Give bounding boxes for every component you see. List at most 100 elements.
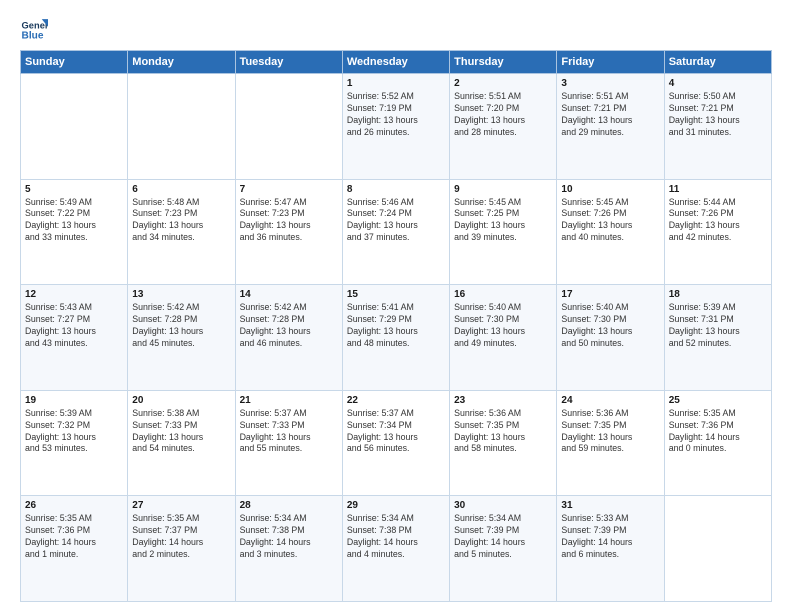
day-number: 2 — [454, 78, 552, 89]
day-number: 9 — [454, 184, 552, 195]
day-number: 10 — [561, 184, 659, 195]
calendar-table: SundayMondayTuesdayWednesdayThursdayFrid… — [20, 50, 772, 602]
calendar-cell: 17 Sunrise: 5:40 AM Sunset: 7:30 PM Dayli… — [557, 285, 664, 391]
calendar-cell: 7 Sunrise: 5:47 AM Sunset: 7:23 PM Daylig… — [235, 179, 342, 285]
day-info: Sunrise: 5:48 AM Sunset: 7:23 PM Dayligh… — [132, 197, 230, 245]
day-info: Sunrise: 5:49 AM Sunset: 7:22 PM Dayligh… — [25, 197, 123, 245]
calendar-page: General Blue SundayMondayTuesdayWednesda… — [0, 0, 792, 612]
calendar-cell: 8Sunrise: 5:46 AM Sunset: 7:24 PM Daylig… — [342, 179, 449, 285]
svg-text:Blue: Blue — [22, 31, 44, 42]
day-number: 17 — [561, 289, 659, 300]
calendar-cell: 28 Sunrise: 5:34 AM Sunset: 7:38 PM Dayli… — [235, 496, 342, 602]
day-number: 14 — [240, 289, 338, 300]
day-number: 3 — [561, 78, 659, 89]
calendar-cell: 31Sunrise: 5:33 AM Sunset: 7:39 PM Dayli… — [557, 496, 664, 602]
day-info: Sunrise: 5:51 AM Sunset: 7:21 PM Dayligh… — [561, 91, 659, 139]
calendar-cell: 1 Sunrise: 5:52 AM Sunset: 7:19 PM Daylig… — [342, 74, 449, 180]
day-info: Sunrise: 5:34 AM Sunset: 7:38 PM Dayligh… — [347, 513, 445, 561]
logo: General Blue — [20, 16, 50, 44]
weekday-header-sunday: Sunday — [21, 51, 128, 74]
calendar-cell — [128, 74, 235, 180]
day-info: Sunrise: 5:46 AM Sunset: 7:24 PM Dayligh… — [347, 197, 445, 245]
weekday-header-saturday: Saturday — [664, 51, 771, 74]
day-info: Sunrise: 5:51 AM Sunset: 7:20 PM Dayligh… — [454, 91, 552, 139]
calendar-cell: 12 Sunrise: 5:43 AM Sunset: 7:27 PM Dayli… — [21, 285, 128, 391]
day-info: Sunrise: 5:42 AM Sunset: 7:28 PM Dayligh… — [240, 302, 338, 350]
day-number: 16 — [454, 289, 552, 300]
week-row-5: 26 Sunrise: 5:35 AM Sunset: 7:36 PM Dayli… — [21, 496, 772, 602]
week-row-4: 19Sunrise: 5:39 AM Sunset: 7:32 PM Dayli… — [21, 390, 772, 496]
calendar-cell: 16 Sunrise: 5:40 AM Sunset: 7:30 PM Dayli… — [450, 285, 557, 391]
day-number: 24 — [561, 395, 659, 406]
weekday-header-wednesday: Wednesday — [342, 51, 449, 74]
weekday-header-tuesday: Tuesday — [235, 51, 342, 74]
calendar-cell — [235, 74, 342, 180]
day-info: Sunrise: 5:36 AM Sunset: 7:35 PM Dayligh… — [454, 408, 552, 456]
day-number: 26 — [25, 500, 123, 511]
week-row-1: 1 Sunrise: 5:52 AM Sunset: 7:19 PM Daylig… — [21, 74, 772, 180]
day-info: Sunrise: 5:39 AM Sunset: 7:31 PM Dayligh… — [669, 302, 767, 350]
day-info: Sunrise: 5:45 AM Sunset: 7:26 PM Dayligh… — [561, 197, 659, 245]
day-number: 23 — [454, 395, 552, 406]
day-info: Sunrise: 5:52 AM Sunset: 7:19 PM Dayligh… — [347, 91, 445, 139]
calendar-cell — [664, 496, 771, 602]
day-info: Sunrise: 5:42 AM Sunset: 7:28 PM Dayligh… — [132, 302, 230, 350]
calendar-cell — [21, 74, 128, 180]
calendar-cell: 23 Sunrise: 5:36 AM Sunset: 7:35 PM Dayli… — [450, 390, 557, 496]
calendar-body: 1 Sunrise: 5:52 AM Sunset: 7:19 PM Daylig… — [21, 74, 772, 602]
calendar-cell: 25 Sunrise: 5:35 AM Sunset: 7:36 PM Dayli… — [664, 390, 771, 496]
weekday-header-friday: Friday — [557, 51, 664, 74]
day-number: 15 — [347, 289, 445, 300]
day-number: 18 — [669, 289, 767, 300]
logo-icon: General Blue — [20, 16, 48, 44]
day-info: Sunrise: 5:45 AM Sunset: 7:25 PM Dayligh… — [454, 197, 552, 245]
day-info: Sunrise: 5:40 AM Sunset: 7:30 PM Dayligh… — [454, 302, 552, 350]
day-info: Sunrise: 5:34 AM Sunset: 7:39 PM Dayligh… — [454, 513, 552, 561]
day-number: 11 — [669, 184, 767, 195]
calendar-cell: 11Sunrise: 5:44 AM Sunset: 7:26 PM Dayli… — [664, 179, 771, 285]
calendar-cell: 18 Sunrise: 5:39 AM Sunset: 7:31 PM Dayli… — [664, 285, 771, 391]
day-info: Sunrise: 5:34 AM Sunset: 7:38 PM Dayligh… — [240, 513, 338, 561]
day-number: 5 — [25, 184, 123, 195]
day-number: 25 — [669, 395, 767, 406]
calendar-cell: 15 Sunrise: 5:41 AM Sunset: 7:29 PM Dayli… — [342, 285, 449, 391]
calendar-cell: 6 Sunrise: 5:48 AM Sunset: 7:23 PM Daylig… — [128, 179, 235, 285]
week-row-3: 12 Sunrise: 5:43 AM Sunset: 7:27 PM Dayli… — [21, 285, 772, 391]
day-info: Sunrise: 5:40 AM Sunset: 7:30 PM Dayligh… — [561, 302, 659, 350]
day-number: 27 — [132, 500, 230, 511]
weekday-header-thursday: Thursday — [450, 51, 557, 74]
day-info: Sunrise: 5:35 AM Sunset: 7:36 PM Dayligh… — [25, 513, 123, 561]
day-number: 28 — [240, 500, 338, 511]
week-row-2: 5 Sunrise: 5:49 AM Sunset: 7:22 PM Daylig… — [21, 179, 772, 285]
day-info: Sunrise: 5:35 AM Sunset: 7:36 PM Dayligh… — [669, 408, 767, 456]
calendar-header: SundayMondayTuesdayWednesdayThursdayFrid… — [21, 51, 772, 74]
day-info: Sunrise: 5:36 AM Sunset: 7:35 PM Dayligh… — [561, 408, 659, 456]
day-number: 30 — [454, 500, 552, 511]
day-number: 31 — [561, 500, 659, 511]
calendar-cell: 2 Sunrise: 5:51 AM Sunset: 7:20 PM Daylig… — [450, 74, 557, 180]
day-number: 4 — [669, 78, 767, 89]
svg-text:General: General — [22, 20, 48, 30]
weekday-row: SundayMondayTuesdayWednesdayThursdayFrid… — [21, 51, 772, 74]
calendar-cell: 19Sunrise: 5:39 AM Sunset: 7:32 PM Dayli… — [21, 390, 128, 496]
calendar-cell: 24 Sunrise: 5:36 AM Sunset: 7:35 PM Dayli… — [557, 390, 664, 496]
calendar-cell: 21Sunrise: 5:37 AM Sunset: 7:33 PM Dayli… — [235, 390, 342, 496]
calendar-cell: 10 Sunrise: 5:45 AM Sunset: 7:26 PM Dayli… — [557, 179, 664, 285]
calendar-cell: 22Sunrise: 5:37 AM Sunset: 7:34 PM Dayli… — [342, 390, 449, 496]
day-info: Sunrise: 5:37 AM Sunset: 7:33 PM Dayligh… — [240, 408, 338, 456]
day-number: 29 — [347, 500, 445, 511]
day-info: Sunrise: 5:41 AM Sunset: 7:29 PM Dayligh… — [347, 302, 445, 350]
day-number: 7 — [240, 184, 338, 195]
calendar-cell: 4Sunrise: 5:50 AM Sunset: 7:21 PM Daylig… — [664, 74, 771, 180]
calendar-cell: 29 Sunrise: 5:34 AM Sunset: 7:38 PM Dayli… — [342, 496, 449, 602]
day-number: 12 — [25, 289, 123, 300]
day-number: 20 — [132, 395, 230, 406]
day-info: Sunrise: 5:37 AM Sunset: 7:34 PM Dayligh… — [347, 408, 445, 456]
day-number: 6 — [132, 184, 230, 195]
day-number: 1 — [347, 78, 445, 89]
day-info: Sunrise: 5:47 AM Sunset: 7:23 PM Dayligh… — [240, 197, 338, 245]
day-info: Sunrise: 5:43 AM Sunset: 7:27 PM Dayligh… — [25, 302, 123, 350]
day-info: Sunrise: 5:39 AM Sunset: 7:32 PM Dayligh… — [25, 408, 123, 456]
calendar-cell: 20Sunrise: 5:38 AM Sunset: 7:33 PM Dayli… — [128, 390, 235, 496]
calendar-cell: 30 Sunrise: 5:34 AM Sunset: 7:39 PM Dayli… — [450, 496, 557, 602]
